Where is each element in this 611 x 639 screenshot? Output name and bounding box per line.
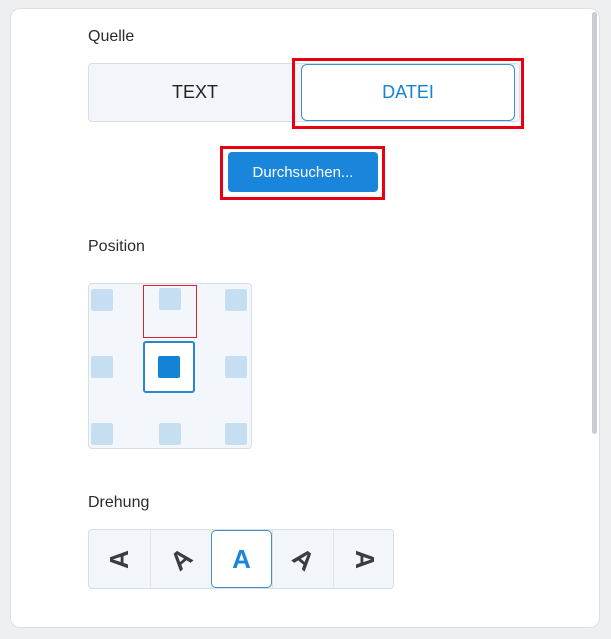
rotate-plus-90-button[interactable]: A: [333, 530, 394, 588]
letter-a-icon: A: [232, 543, 251, 574]
position-bottom-right[interactable]: [199, 396, 251, 448]
rotation-label: Drehung: [88, 494, 150, 511]
rotation-selector: A A A A A: [88, 529, 394, 589]
letter-a-icon: A: [104, 549, 134, 569]
position-label: Position: [88, 238, 145, 255]
position-bottom-center[interactable]: [144, 396, 196, 448]
rotate-minus-90-button[interactable]: A: [89, 530, 150, 588]
letter-a-icon: A: [349, 549, 380, 569]
rotate-plus-45-button[interactable]: A: [272, 530, 333, 588]
source-toggle: TEXT DATEI: [88, 63, 520, 122]
browse-button[interactable]: Durchsuchen...: [228, 152, 378, 192]
position-bottom-left[interactable]: [89, 396, 141, 448]
letter-a-icon: A: [163, 541, 198, 577]
rotate-0-button[interactable]: A: [211, 530, 272, 588]
scrollbar[interactable]: [592, 12, 597, 434]
source-option-text[interactable]: TEXT: [89, 64, 301, 121]
letter-a-icon: A: [286, 541, 321, 577]
position-top-center[interactable]: [144, 284, 196, 336]
source-label: Quelle: [88, 28, 135, 45]
position-grid: [88, 283, 252, 449]
source-option-file[interactable]: DATEI: [301, 64, 515, 121]
position-top-right[interactable]: [199, 284, 251, 336]
position-middle-right[interactable]: [199, 341, 251, 393]
position-middle-left[interactable]: [89, 341, 141, 393]
position-center[interactable]: [143, 341, 195, 393]
position-top-left[interactable]: [89, 284, 141, 336]
rotate-minus-45-button[interactable]: A: [150, 530, 211, 588]
